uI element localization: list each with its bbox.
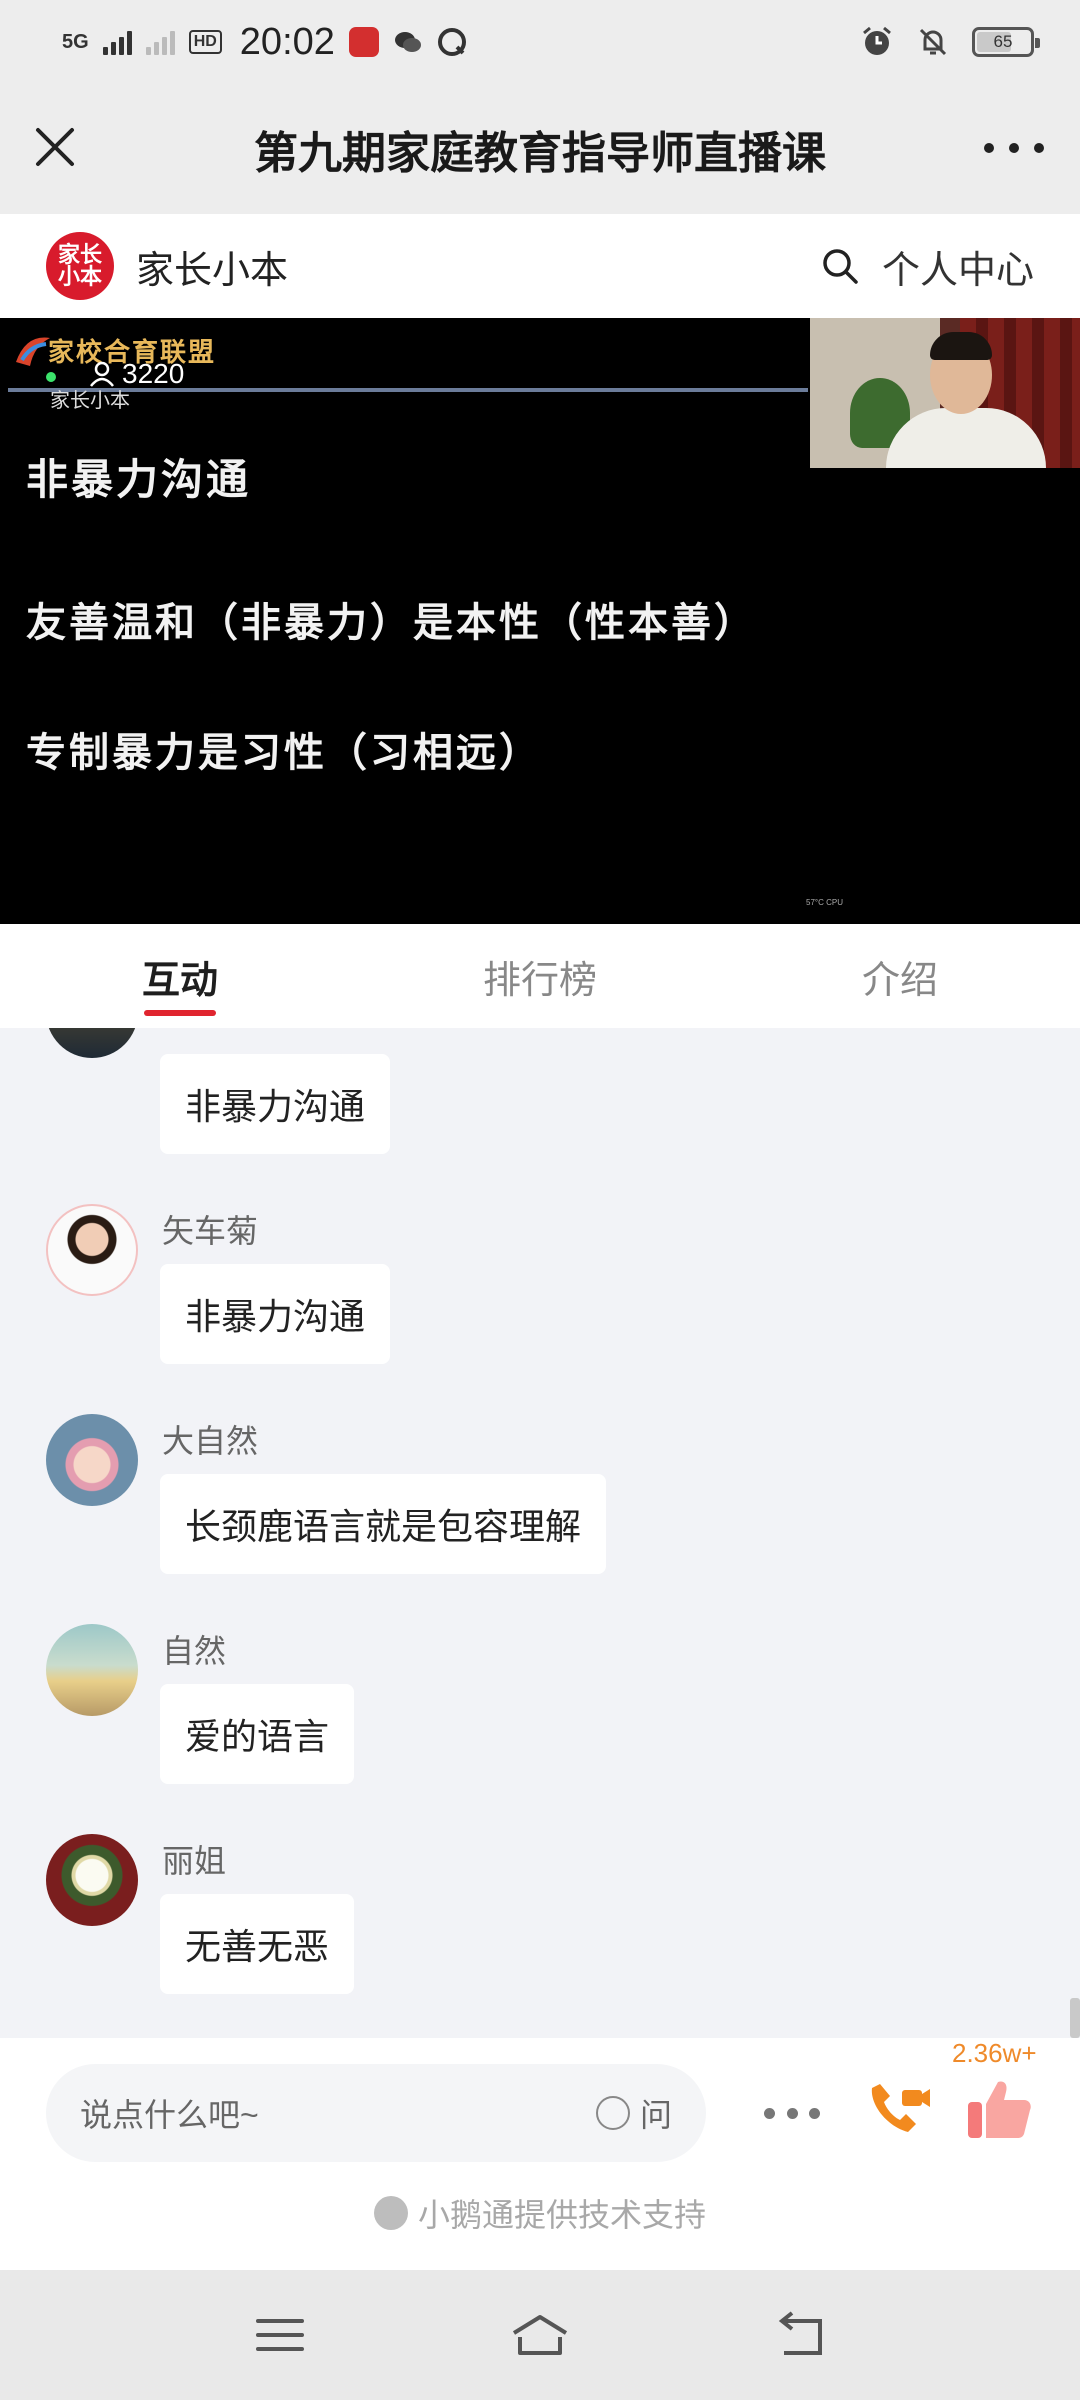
battery-level: 65 [993, 32, 1013, 51]
video-call-icon[interactable] [862, 2074, 932, 2144]
like-thumbs-up-icon[interactable] [964, 2074, 1034, 2144]
avatar[interactable] [46, 1624, 138, 1716]
network-type: 5G [62, 31, 89, 53]
search-icon[interactable] [820, 246, 860, 286]
input-bar: 说点什么吧~ 问 2.36w+ 小鹅通提供技术支持 [0, 2038, 1080, 2270]
comment-placeholder: 说点什么吧~ [80, 2097, 259, 2133]
title-bar: 第九期家庭教育指导师直播课 [0, 84, 1080, 214]
tab-leaderboard[interactable]: 排行榜 [360, 924, 720, 1028]
chat-list[interactable]: 非暴力沟通 矢车菊 非暴力沟通 大自然 长颈鹿语言就是包容理解 自然 爱的语言 … [0, 1028, 1080, 2038]
close-icon[interactable] [30, 122, 80, 172]
ask-question-toggle[interactable]: 问 [595, 2090, 672, 2136]
avatar[interactable] [46, 1834, 138, 1926]
message-bubble: 长颈鹿语言就是包容理解 [160, 1474, 607, 1574]
brand-logo[interactable]: 家长小本 [46, 232, 114, 300]
username: 丽姐 [162, 1843, 227, 1879]
teacher-camera-pip[interactable] [810, 318, 1080, 468]
system-nav-bar [0, 2270, 1080, 2400]
username: 自然 [162, 1633, 227, 1669]
message-bubble: 非暴力沟通 [160, 1264, 391, 1364]
message-bubble: 爱的语言 [160, 1684, 355, 1784]
clock: 20:02 [239, 20, 335, 63]
brand-name[interactable]: 家长小本 [136, 239, 288, 294]
home-icon[interactable] [508, 2303, 572, 2367]
viewer-count-value: 3220 [122, 358, 185, 389]
battery-icon: 65 [972, 27, 1040, 57]
signal-icon [102, 29, 132, 55]
avatar[interactable] [46, 1204, 138, 1296]
more-actions-icon[interactable] [764, 2104, 820, 2122]
slide-line-3: 专制暴力是习性（习相远） [26, 729, 542, 776]
back-icon[interactable] [768, 2303, 832, 2367]
avatar[interactable] [46, 1414, 138, 1506]
ask-label: 问 [639, 2097, 672, 2133]
signal-2-icon [145, 29, 175, 55]
live-indicator-dot [46, 372, 56, 382]
wechat-icon [394, 32, 421, 52]
avatar[interactable] [46, 1028, 138, 1058]
powered-by-text: 小鹅通提供技术支持 [417, 2197, 706, 2233]
status-bar: 5G HD 20:02 65 [0, 0, 1080, 84]
tab-interaction[interactable]: 互动 [0, 924, 360, 1028]
brand-bar: 家长小本 家长小本 个人中心 [0, 214, 1080, 318]
tab-intro[interactable]: 介绍 [720, 924, 1080, 1028]
username: 矢车菊 [162, 1213, 259, 1249]
user-icon [90, 361, 114, 387]
chat-scrollbar[interactable] [1070, 1998, 1080, 2038]
user-center-link[interactable]: 个人中心 [882, 239, 1034, 294]
page-title: 第九期家庭教育指导师直播课 [254, 129, 826, 178]
hd-icon: HD [188, 30, 222, 54]
mute-icon [919, 28, 947, 56]
watermark-logo-icon [16, 337, 50, 366]
message-bubble: 非暴力沟通 [160, 1054, 391, 1154]
cpu-tag: 57°C CPU [806, 898, 843, 907]
app-notification-icon [348, 27, 379, 57]
qq-browser-icon [437, 28, 466, 56]
menu-icon[interactable] [248, 2303, 312, 2367]
logo-text: 家长小本 [57, 242, 102, 289]
live-video-player[interactable]: 家校合育联盟 家长小本 3220 非暴力沟通 友善温和（非暴力）是本性（性本善）… [0, 318, 1080, 924]
tab-bar: 互动 排行榜 介绍 [0, 924, 1080, 1028]
alarm-icon [863, 26, 891, 55]
username: 大自然 [162, 1423, 259, 1459]
slide-line-1: 非暴力沟通 [26, 455, 252, 504]
viewer-count: 3220 [88, 358, 184, 390]
ask-radio-icon[interactable] [595, 2096, 630, 2130]
message-bubble: 无善无恶 [160, 1894, 355, 1994]
xiaoetong-logo-icon [373, 2196, 408, 2230]
comment-input[interactable]: 说点什么吧~ 问 [46, 2064, 706, 2162]
like-count: 2.36w+ [952, 2038, 1037, 2068]
powered-by: 小鹅通提供技术支持 [0, 2190, 1080, 2236]
slide-line-2: 友善温和（非暴力）是本性（性本善） [26, 599, 757, 646]
more-options-icon[interactable] [984, 130, 1044, 166]
